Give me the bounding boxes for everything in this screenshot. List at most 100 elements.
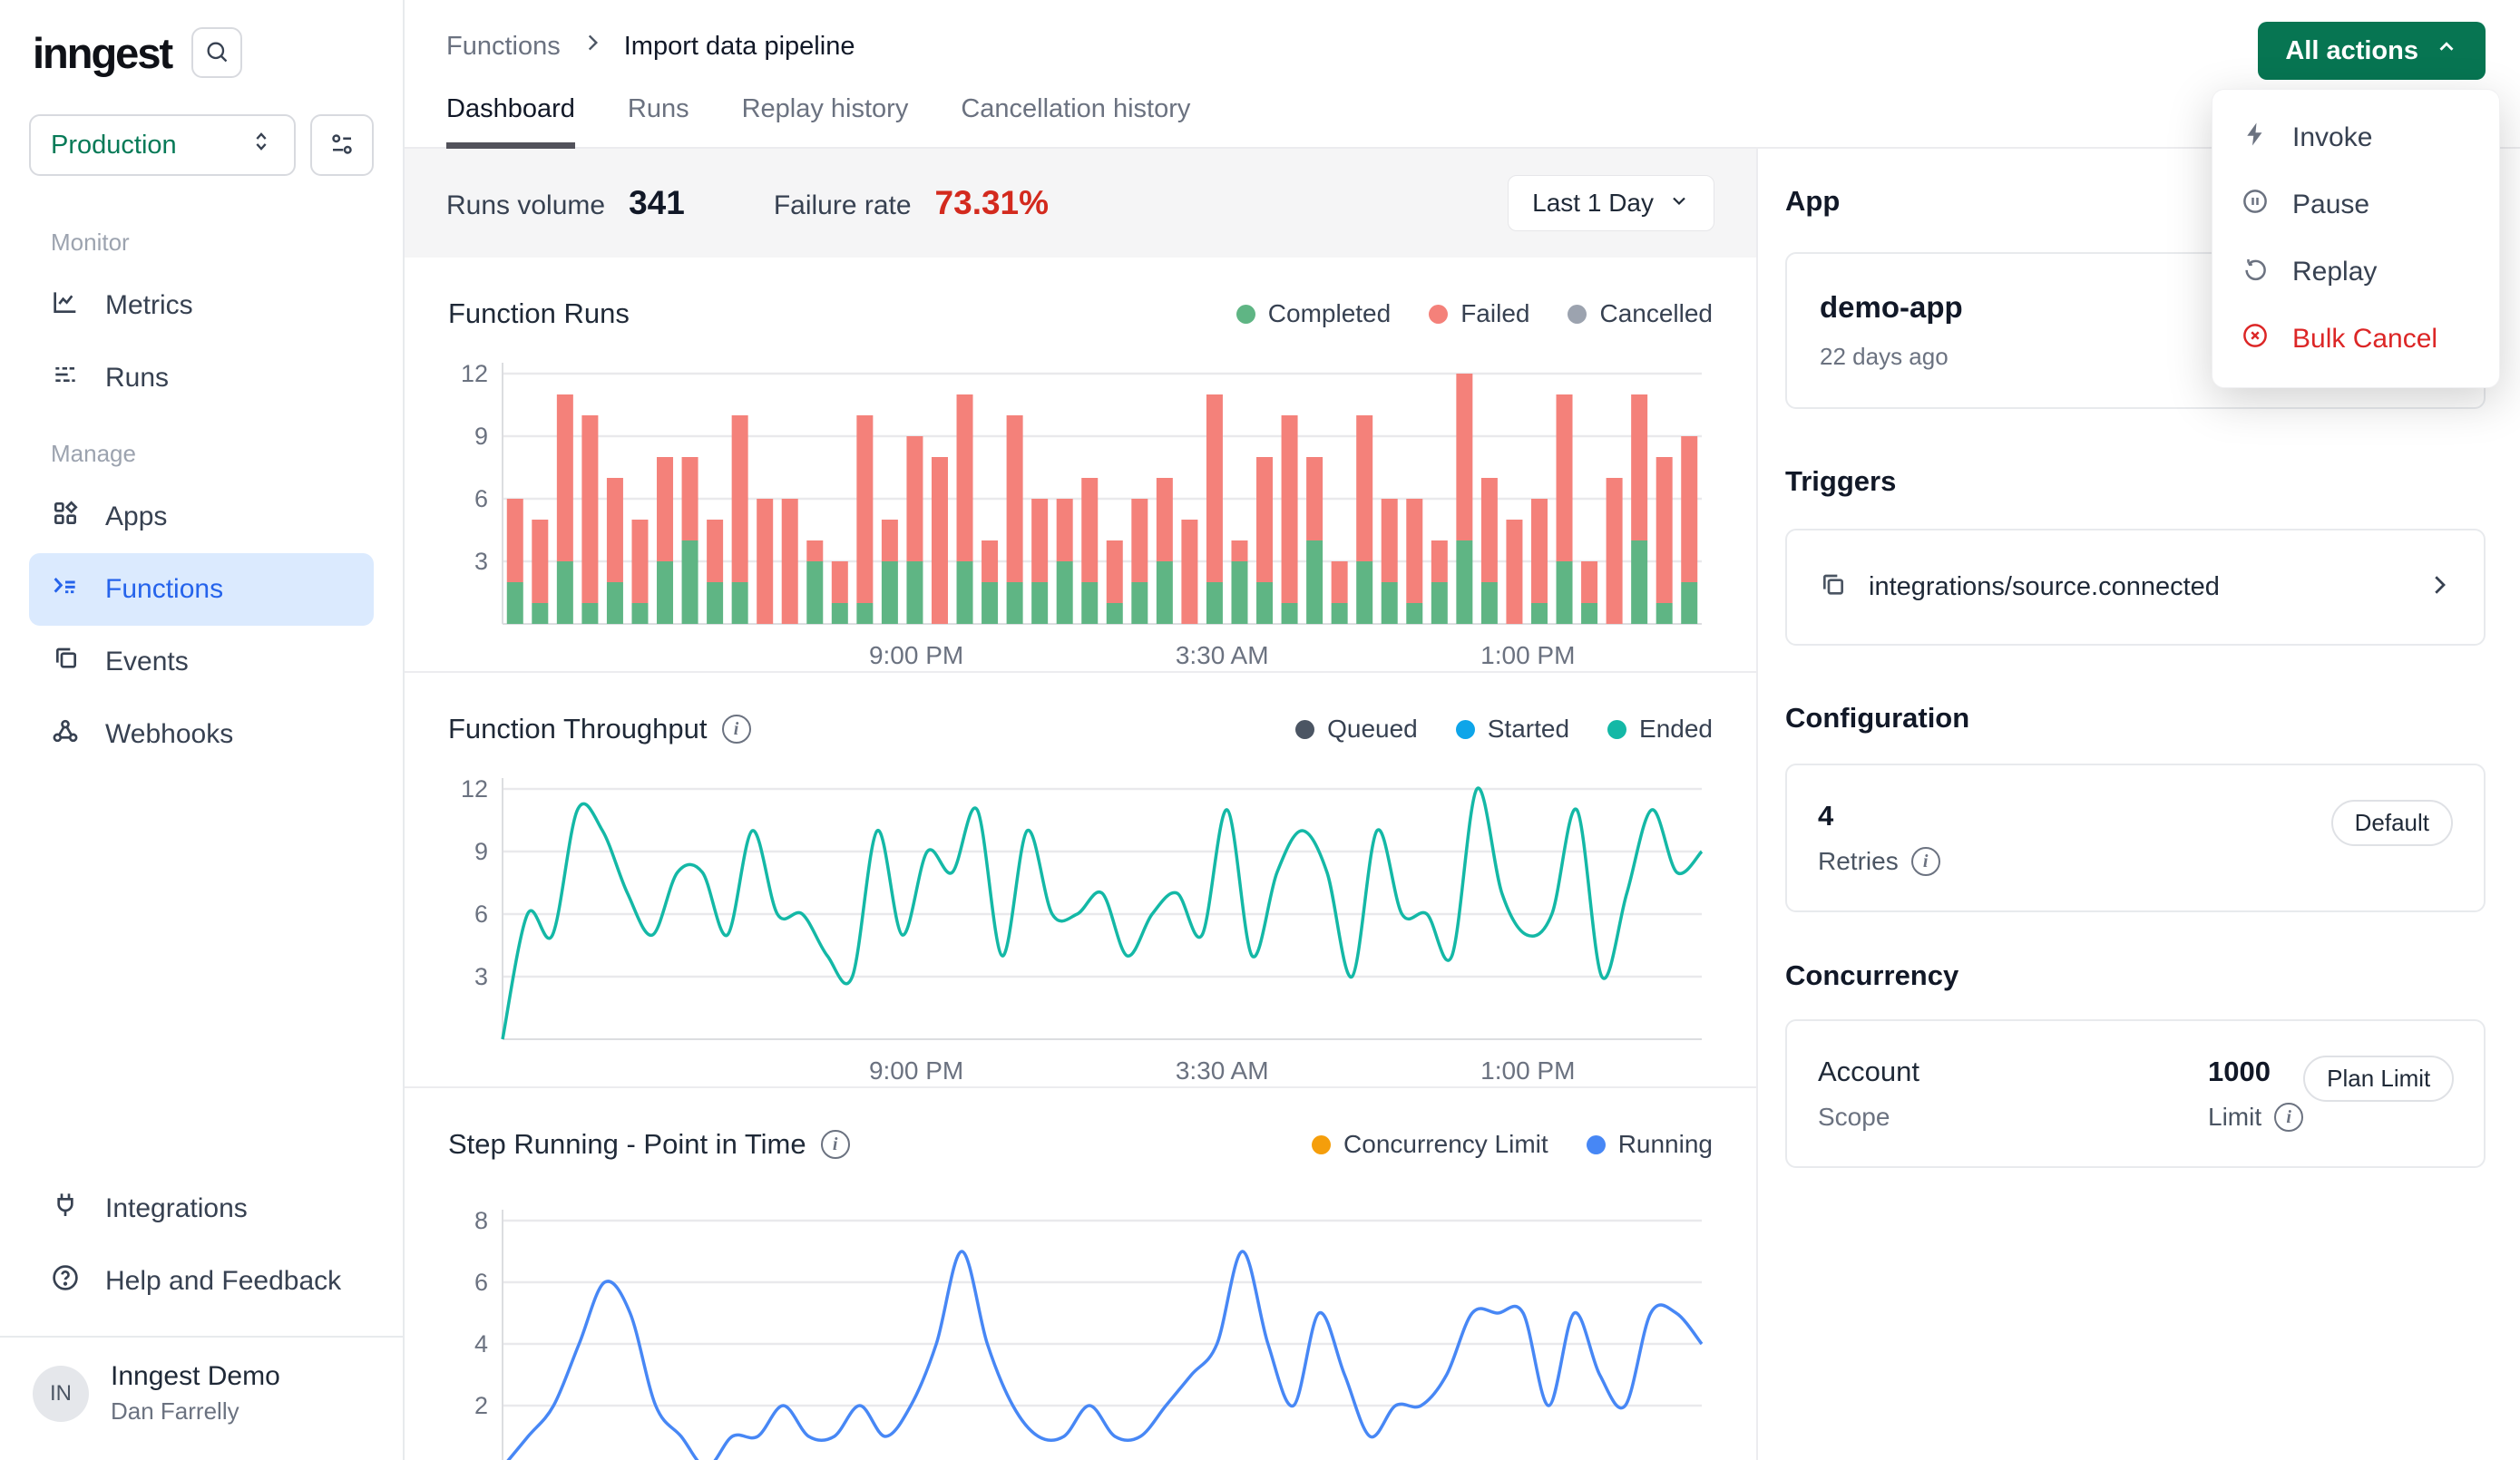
svg-text:3:30 AM: 3:30 AM (1176, 641, 1269, 669)
legend-dot (1607, 720, 1626, 739)
tab-cancellation-history[interactable]: Cancellation history (961, 94, 1190, 149)
svg-text:6: 6 (474, 900, 488, 928)
webhook-icon (51, 716, 80, 753)
plan-limit-badge: Plan Limit (2303, 1056, 2454, 1102)
tab-replay-history[interactable]: Replay history (742, 94, 909, 149)
svg-text:9:00 PM: 9:00 PM (869, 641, 963, 669)
info-icon[interactable]: i (722, 715, 751, 744)
chevron-right-icon (2426, 571, 2453, 603)
legend-dot (1312, 1135, 1331, 1154)
functions-icon (51, 571, 80, 608)
concurrency-card: Account Scope 1000 Limit i Plan Limit (1785, 1019, 2486, 1168)
legend-dot (1568, 305, 1587, 324)
legend-dot (1429, 305, 1448, 324)
svg-text:3: 3 (474, 963, 488, 990)
trigger-row[interactable]: integrations/source.connected (1785, 529, 2486, 646)
svg-text:6: 6 (474, 1269, 488, 1296)
menu-item-label: Replay (2292, 257, 2377, 287)
breadcrumb: Functions Import data pipeline (405, 0, 2520, 62)
search-button[interactable] (191, 27, 242, 78)
legend-item[interactable]: Cancelled (1568, 299, 1713, 328)
tab-runs[interactable]: Runs (628, 94, 689, 149)
sidebar-item-label: Webhooks (105, 719, 233, 750)
chevron-updown-icon (249, 129, 274, 161)
failure-rate-value: 73.31% (935, 184, 1050, 222)
concurrency-scope-value: Account (1818, 1056, 2172, 1088)
event-icon (1818, 570, 1847, 604)
sidebar-item-label: Metrics (105, 290, 193, 321)
info-icon[interactable]: i (1911, 847, 1940, 876)
step-running-section: Step Running - Point in Time i Concurren… (405, 1088, 1756, 1460)
profile-org: Inngest Demo (111, 1361, 280, 1392)
legend-item[interactable]: Ended (1607, 715, 1713, 744)
concurrency-limit-value: 1000 (2208, 1056, 2303, 1088)
runs-volume-value: 341 (629, 184, 685, 222)
menu-item-invoke[interactable]: Invoke (2212, 104, 2499, 171)
sidebar-item-apps[interactable]: Apps (29, 481, 374, 553)
menu-item-bulk-cancel[interactable]: Bulk Cancel (2212, 306, 2499, 373)
sidebar-item-integrations[interactable]: Integrations (29, 1173, 374, 1245)
time-range-selector[interactable]: Last 1 Day (1508, 175, 1714, 231)
time-range-value: Last 1 Day (1532, 189, 1654, 218)
dashboard-main: Runs volume 341 Failure rate 73.31% Last… (405, 149, 1758, 1460)
svg-text:2: 2 (474, 1392, 488, 1419)
function-throughput-title: Function Throughput i (448, 713, 751, 745)
lightning-icon (2242, 121, 2269, 155)
sidebar-item-functions[interactable]: Functions (29, 553, 374, 626)
legend-item[interactable]: Failed (1429, 299, 1529, 328)
profile-user: Dan Farrelly (111, 1397, 280, 1426)
profile-menu[interactable]: IN Inngest Demo Dan Farrelly (29, 1338, 374, 1451)
sidebar-item-runs[interactable]: Runs (29, 342, 374, 414)
function-throughput-section: Function Throughput i Queued Started Ended… (405, 673, 1756, 1088)
menu-item-replay[interactable]: Replay (2212, 238, 2499, 306)
sidebar-item-label: Apps (105, 501, 167, 532)
nav-section-monitor: Monitor (29, 229, 374, 257)
step-running-chart: 2468 (448, 1184, 1714, 1460)
plug-icon (51, 1191, 80, 1227)
apps-grid-icon (51, 499, 80, 535)
function-throughput-legend: Queued Started Ended (1295, 715, 1713, 744)
events-icon (51, 644, 80, 680)
legend-dot (1236, 305, 1255, 324)
tab-dashboard[interactable]: Dashboard (446, 94, 575, 149)
environment-selector[interactable]: Production (29, 114, 296, 176)
legend-item[interactable]: Concurrency Limit (1312, 1130, 1548, 1159)
legend-item[interactable]: Queued (1295, 715, 1418, 744)
sidebar-item-label: Runs (105, 363, 169, 394)
legend-item[interactable]: Started (1456, 715, 1569, 744)
retries-value: 4 (1818, 800, 1940, 832)
legend-item[interactable]: Running (1587, 1130, 1713, 1159)
concurrency-section-title: Concurrency (1785, 959, 2486, 992)
chevron-right-icon (581, 31, 604, 62)
environment-filter-button[interactable] (310, 114, 374, 176)
menu-item-label: Invoke (2292, 122, 2372, 153)
menu-item-pause[interactable]: Pause (2212, 171, 2499, 238)
nav-section-manage: Manage (29, 440, 374, 468)
legend-dot (1456, 720, 1475, 739)
sidebar-item-help[interactable]: Help and Feedback (29, 1245, 374, 1318)
sidebar-item-events[interactable]: Events (29, 626, 374, 698)
sidebar-item-label: Help and Feedback (105, 1266, 341, 1297)
sidebar: inngest Production Monitor (0, 0, 405, 1460)
replay-icon (2242, 255, 2269, 289)
svg-text:8: 8 (474, 1207, 488, 1234)
function-runs-legend: Completed Failed Cancelled (1236, 299, 1713, 328)
svg-text:9: 9 (474, 838, 488, 865)
pause-circle-icon (2242, 188, 2269, 222)
sidebar-item-metrics[interactable]: Metrics (29, 269, 374, 342)
topbar: Functions Import data pipeline Dashboard… (405, 0, 2520, 149)
sidebar-item-webhooks[interactable]: Webhooks (29, 698, 374, 771)
sliders-icon (328, 131, 356, 161)
default-badge: Default (2331, 800, 2453, 846)
legend-item[interactable]: Completed (1236, 299, 1391, 328)
all-actions-menu: Invoke Pause Replay Bulk Cancel (2212, 89, 2500, 388)
runs-volume-label: Runs volume (446, 190, 605, 221)
concurrency-limit-label: Limit (2208, 1103, 2261, 1132)
info-icon[interactable]: i (821, 1130, 850, 1159)
runs-volume-stat: Runs volume 341 (446, 184, 685, 222)
info-icon[interactable]: i (2274, 1103, 2303, 1132)
all-actions-button[interactable]: All actions (2258, 22, 2486, 80)
legend-dot (1587, 1135, 1606, 1154)
menu-item-label: Bulk Cancel (2292, 324, 2437, 355)
breadcrumb-functions[interactable]: Functions (446, 32, 561, 62)
